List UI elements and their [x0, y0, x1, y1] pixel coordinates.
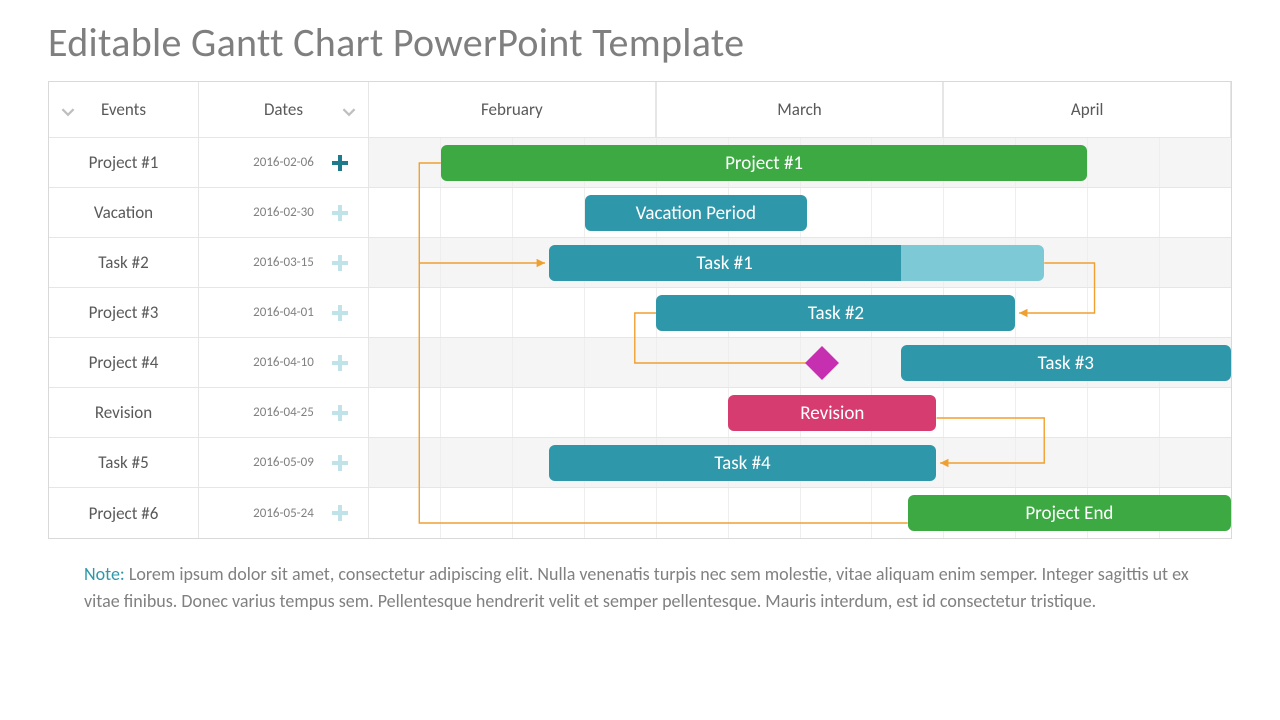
event-label: Project #6 [89, 503, 159, 524]
dates-header-label: Dates [264, 99, 303, 120]
plus-icon[interactable] [332, 455, 348, 471]
plus-icon[interactable] [332, 155, 348, 171]
date-label: 2016-04-25 [253, 405, 314, 420]
event-cell: Revision [49, 388, 199, 437]
plus-icon[interactable] [332, 205, 348, 221]
col-events-header[interactable]: Events [49, 82, 199, 137]
event-label: Task #2 [98, 252, 148, 273]
event-cell: Project #1 [49, 138, 199, 187]
page-title: Editable Gantt Chart PowerPoint Template [48, 18, 1232, 67]
col-dates-header[interactable]: Dates [199, 82, 369, 137]
date-cell: 2016-04-10 [199, 338, 369, 387]
date-label: 2016-03-15 [253, 255, 314, 270]
gantt-header: Events Dates FebruaryMarchApril [49, 82, 1231, 138]
gantt-bar[interactable]: Task #2 [656, 295, 1015, 331]
event-label: Project #4 [89, 352, 159, 373]
event-label: Revision [95, 402, 152, 423]
date-cell: 2016-02-06 [199, 138, 369, 187]
gantt-bar[interactable]: Vacation Period [585, 195, 808, 231]
event-cell: Project #4 [49, 338, 199, 387]
date-label: 2016-04-10 [253, 355, 314, 370]
plus-icon[interactable] [332, 405, 348, 421]
date-cell: 2016-02-30 [199, 188, 369, 237]
date-cell: 2016-04-01 [199, 288, 369, 337]
event-cell: Vacation [49, 188, 199, 237]
event-label: Vacation [94, 202, 153, 223]
event-cell: Task #2 [49, 238, 199, 287]
gantt-chart: Events Dates FebruaryMarchApril Project … [48, 81, 1232, 539]
table-row: Revision 2016-04-25 [49, 388, 1231, 438]
event-cell: Project #3 [49, 288, 199, 337]
date-cell: 2016-05-24 [199, 488, 369, 538]
date-label: 2016-02-30 [253, 205, 314, 220]
chevron-down-icon[interactable] [342, 103, 356, 117]
note-label: Note: [84, 563, 125, 585]
date-cell: 2016-05-09 [199, 438, 369, 487]
month-header: March [656, 82, 944, 137]
gantt-bar[interactable]: Task #4 [549, 445, 937, 481]
gantt-bar[interactable]: Task #1 [549, 245, 901, 281]
event-label: Project #3 [89, 302, 159, 323]
date-cell: 2016-04-25 [199, 388, 369, 437]
date-label: 2016-05-24 [253, 506, 314, 521]
note-body: Lorem ipsum dolor sit amet, consectetur … [84, 563, 1189, 612]
event-label: Project #1 [89, 152, 159, 173]
plus-icon[interactable] [332, 505, 348, 521]
gantt-bar[interactable]: Project #1 [441, 145, 1088, 181]
event-label: Task #5 [98, 452, 148, 473]
gantt-bar[interactable]: Revision [728, 395, 936, 431]
plus-icon[interactable] [332, 255, 348, 271]
date-label: 2016-05-09 [253, 455, 314, 470]
gantt-bar[interactable]: Task #3 [901, 345, 1231, 381]
date-cell: 2016-03-15 [199, 238, 369, 287]
date-label: 2016-04-01 [253, 305, 314, 320]
footer-note: Note: Lorem ipsum dolor sit amet, consec… [84, 561, 1212, 615]
plus-icon[interactable] [332, 355, 348, 371]
plus-icon[interactable] [332, 305, 348, 321]
events-header-label: Events [101, 99, 146, 120]
date-label: 2016-02-06 [253, 155, 314, 170]
chevron-down-icon[interactable] [61, 103, 75, 117]
event-cell: Task #5 [49, 438, 199, 487]
table-row: Project #3 2016-04-01 [49, 288, 1231, 338]
event-cell: Project #6 [49, 488, 199, 538]
month-header: February [369, 82, 656, 137]
month-header: April [943, 82, 1231, 137]
gantt-bar[interactable]: Project End [908, 495, 1231, 531]
